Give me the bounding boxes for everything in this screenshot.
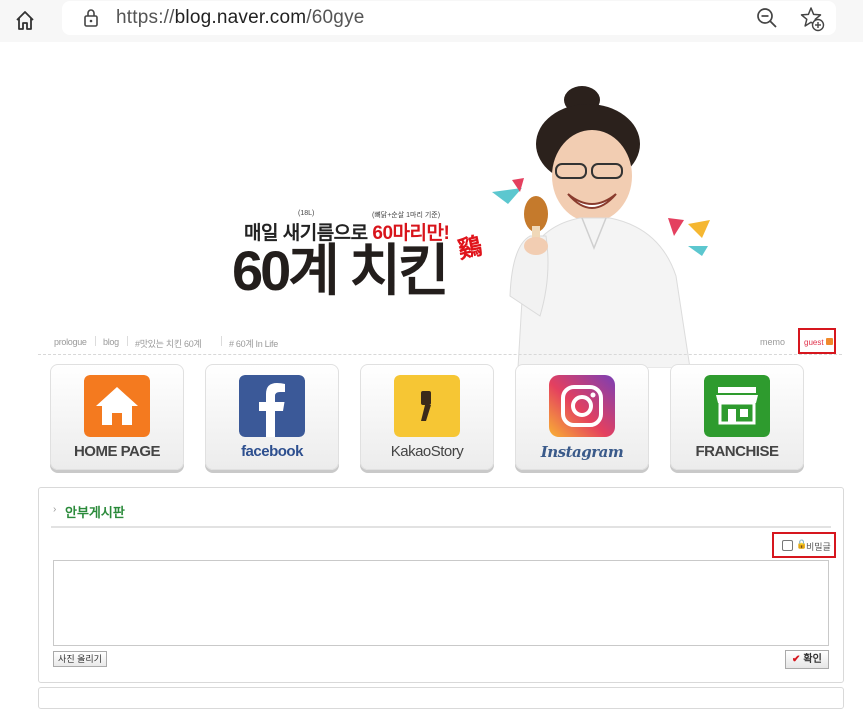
instagram-link[interactable]: Instagram [515, 364, 649, 470]
nav-divider [221, 336, 222, 346]
instagram-icon [549, 375, 615, 437]
add-favorite-icon[interactable] [798, 5, 826, 33]
address-bar[interactable]: https://blog.naver.com/60gye [62, 1, 836, 35]
instagram-label: Instagram [540, 443, 624, 461]
kakaostory-icon [394, 375, 460, 437]
secret-highlight-box: 🔒 비밀글 [772, 532, 836, 558]
banner-title: 60계 치킨 [232, 239, 449, 302]
zoom-out-icon[interactable] [754, 5, 780, 31]
facebook-link[interactable]: facebook [205, 364, 339, 470]
banner-note-1: (18L) [298, 210, 315, 217]
home-icon [84, 375, 150, 437]
kakaostory-link[interactable]: KakaoStory [360, 364, 494, 470]
homepage-label: HOME PAGE [73, 443, 161, 460]
blog-nav: prologue blog #맛있는 치킨 60계 # 60계 In Life … [38, 328, 842, 355]
franchise-link[interactable]: FRANCHISE [670, 364, 804, 470]
franchise-icon [704, 375, 770, 437]
home-icon[interactable] [10, 6, 40, 36]
nav-tasty-chicken[interactable]: #맛있는 치킨 60계 [135, 337, 202, 350]
nav-guest[interactable]: guest [804, 338, 824, 347]
guest-highlight-box[interactable]: guest [798, 328, 836, 354]
kakaostory-label: KakaoStory [390, 443, 464, 460]
nav-memo[interactable]: memo [760, 337, 785, 347]
guestbook-panel: › 안부게시판 🔒 비밀글 사진 올리기 ✔ 확인 [38, 487, 844, 683]
new-badge-icon [826, 338, 833, 345]
facebook-label: facebook [241, 443, 303, 460]
title-divider [51, 526, 831, 528]
guestbook-title[interactable]: 안부게시판 [65, 502, 125, 521]
url-text[interactable]: https://blog.naver.com/60gye [116, 7, 365, 29]
chevron-right-icon: › [53, 504, 57, 515]
secret-label[interactable]: 비밀글 [806, 540, 831, 553]
confirm-label: 확인 [803, 654, 822, 665]
check-icon: ✔ [792, 654, 801, 665]
nav-blog[interactable]: blog [103, 337, 119, 347]
browser-toolbar: https://blog.naver.com/60gye [0, 0, 863, 43]
confirm-button[interactable]: ✔ 확인 [785, 650, 829, 669]
nav-prologue[interactable]: prologue [54, 337, 87, 347]
comment-textarea[interactable] [53, 560, 829, 646]
person-photo [509, 86, 691, 368]
next-panel [38, 687, 844, 709]
upload-photo-button[interactable]: 사진 올리기 [53, 651, 107, 667]
franchise-label: FRANCHISE [695, 443, 779, 460]
facebook-icon [239, 375, 305, 437]
blog-banner: (18L) (뼈닭+순살 1마리 기준) 매일 새기름으로 60마리만! 60계… [0, 42, 863, 368]
lock-icon[interactable] [82, 8, 100, 28]
nav-divider [127, 336, 128, 346]
homepage-link[interactable]: HOME PAGE [50, 364, 184, 470]
secret-checkbox[interactable] [782, 540, 793, 551]
nav-divider [95, 336, 96, 346]
nav-in-life[interactable]: # 60계 In Life [229, 337, 278, 350]
